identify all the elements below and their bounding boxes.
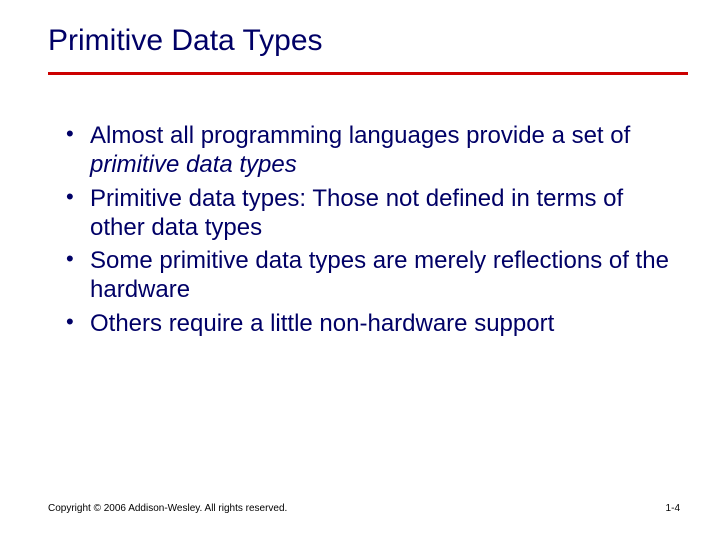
bullet-text-pre: Almost all programming languages provide…	[90, 122, 630, 149]
bullet-item: Others require a little non-hardware sup…	[62, 309, 670, 338]
bullet-list: Almost all programming languages provide…	[62, 121, 670, 338]
page-number: 1-4	[666, 503, 680, 514]
bullet-text-pre: Others require a little non-hardware sup…	[90, 310, 554, 337]
bullet-item: Primitive data types: Those not defined …	[62, 184, 670, 243]
bullet-text-em: primitive data types	[90, 151, 297, 178]
bullet-item: Almost all programming languages provide…	[62, 121, 670, 180]
footer: Copyright © 2006 Addison-Wesley. All rig…	[48, 503, 680, 514]
slide-content: Almost all programming languages provide…	[48, 75, 680, 338]
bullet-text-pre: Primitive data types: Those not defined …	[90, 185, 623, 241]
bullet-text-pre: Some primitive data types are merely ref…	[90, 247, 669, 303]
slide: Primitive Data Types Almost all programm…	[0, 0, 720, 540]
slide-title: Primitive Data Types	[48, 24, 680, 72]
bullet-item: Some primitive data types are merely ref…	[62, 246, 670, 305]
copyright-text: Copyright © 2006 Addison-Wesley. All rig…	[48, 503, 287, 514]
